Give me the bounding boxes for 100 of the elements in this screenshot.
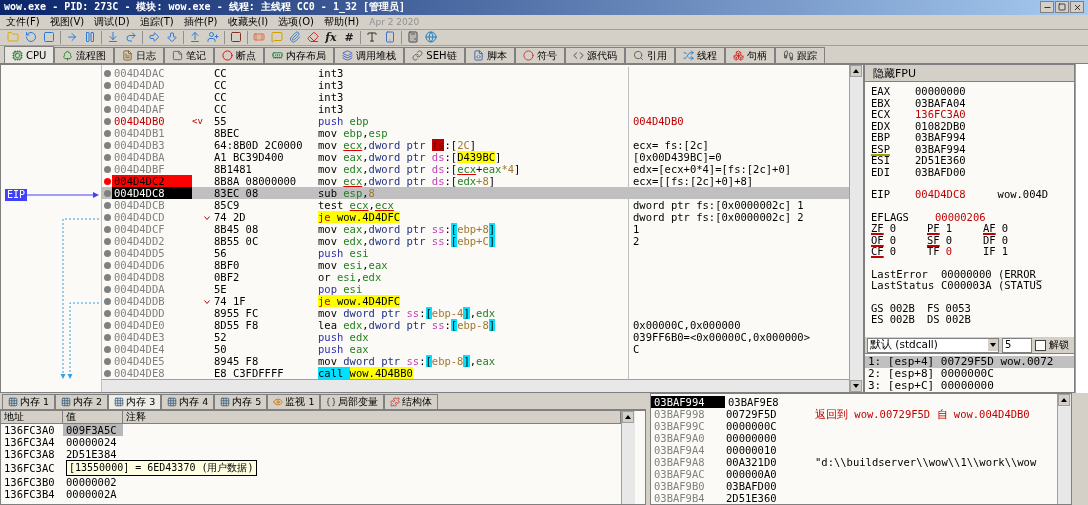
address-cell-text: 136FC3A8 <box>3 448 56 460</box>
argument-row[interactable]: 1: [esp+4] 00729F5D wow.0072 <box>865 356 1074 368</box>
vertical-scrollbar[interactable] <box>849 65 863 392</box>
scroll-down-button[interactable] <box>850 380 862 392</box>
breakpoint-marker[interactable] <box>103 309 111 317</box>
breakpoint-marker[interactable] <box>103 357 111 365</box>
convention-dropdown[interactable]: 默认 (stdcall) <box>867 337 999 353</box>
breakpoint-marker[interactable] <box>103 93 111 101</box>
breakpoint-marker[interactable] <box>103 333 111 341</box>
argument-row[interactable]: 2: [esp+8] 0000000C <box>865 368 1074 380</box>
toolbar-button[interactable] <box>106 30 120 45</box>
toolbar-button[interactable] <box>42 30 56 45</box>
breakpoint-marker[interactable] <box>103 81 111 89</box>
toolbar-button[interactable] <box>306 30 320 45</box>
scroll-up-button[interactable] <box>850 65 862 77</box>
tab[interactable]: 结构体 <box>384 394 439 409</box>
tab[interactable]: 内存布局 <box>264 47 335 63</box>
breakpoint-marker[interactable] <box>103 165 111 173</box>
menu-item[interactable]: 帮助(H) <box>323 14 360 29</box>
menu-item[interactable]: 调试(D) <box>94 14 130 29</box>
close-button[interactable] <box>1070 1 1084 14</box>
menu-item[interactable]: 选项(O) <box>278 14 314 29</box>
breakpoint-marker[interactable] <box>103 369 111 377</box>
tab[interactable]: 脚本 <box>464 47 515 63</box>
tab[interactable]: 内存 1 <box>2 394 56 409</box>
breakpoint-marker[interactable] <box>103 237 111 245</box>
toolbar-button[interactable] <box>83 30 97 45</box>
toolbar-button[interactable] <box>424 30 438 45</box>
column-header[interactable]: 地址 <box>1 411 63 423</box>
breakpoint-marker[interactable] <box>103 321 111 329</box>
tab[interactable]: 线程 <box>674 47 725 63</box>
horizontal-scrollbar[interactable] <box>102 379 849 392</box>
toolbar-button[interactable] <box>365 30 379 45</box>
scroll-up-button[interactable] <box>622 411 634 423</box>
segment-value: 0053 <box>945 302 971 314</box>
vertical-scrollbar[interactable] <box>1057 394 1071 504</box>
toolbar-button[interactable] <box>383 30 397 45</box>
breakpoint-marker[interactable] <box>103 117 111 125</box>
breakpoint-marker[interactable] <box>103 201 111 209</box>
tab[interactable]: 监视 1 <box>267 394 321 409</box>
tab[interactable]: 调用堆栈 <box>334 47 405 63</box>
breakpoint-marker[interactable] <box>103 225 111 233</box>
toolbar-button[interactable] <box>406 30 420 45</box>
tab[interactable]: 源代码 <box>564 47 625 63</box>
column-header[interactable]: 值 <box>63 411 123 423</box>
fpu-toggle[interactable]: 隐藏FPU <box>865 65 1074 82</box>
tab[interactable]: 内存 5 <box>214 394 268 409</box>
vertical-scrollbar[interactable] <box>621 411 635 504</box>
address-cell-text: 004D4DDB <box>113 295 166 307</box>
unlock-checkbox[interactable] <box>1035 339 1046 351</box>
breakpoint-marker[interactable] <box>103 141 111 149</box>
address-cell-text: 004D4DAE <box>113 91 166 103</box>
toolbar-button[interactable] <box>24 30 38 45</box>
tab[interactable]: 笔记 <box>164 47 215 63</box>
restart-icon <box>25 31 37 44</box>
argument-row[interactable]: 3: [esp+C] 00000000 <box>865 380 1074 392</box>
breakpoint-marker[interactable] <box>103 345 111 353</box>
status-value: 00000000 (ERROR_ <box>941 268 1043 280</box>
tab[interactable]: 流程图 <box>54 47 115 63</box>
menu-item[interactable]: 视图(V) <box>49 14 85 29</box>
tab[interactable]: 内存 2 <box>55 394 109 409</box>
menu-item[interactable]: 收藏夹(I) <box>227 14 269 29</box>
breakpoint-marker[interactable] <box>103 105 111 113</box>
breakpoint-marker[interactable] <box>103 189 111 197</box>
toolbar-button[interactable]: fx <box>324 30 338 44</box>
breakpoint-marker[interactable] <box>103 261 111 269</box>
breakpoint-marker[interactable] <box>103 177 111 185</box>
scroll-up-button[interactable] <box>1058 394 1070 406</box>
tab[interactable]: 符号 <box>514 47 565 63</box>
toolbar-button[interactable] <box>288 30 302 45</box>
instruction-cell-text: mov eax,dword ptr ds:[D439BC] <box>318 151 503 163</box>
tab[interactable]: 局部变量 <box>320 394 385 409</box>
minimize-button[interactable] <box>1040 1 1054 14</box>
count-spinner[interactable]: 5 <box>1002 337 1032 353</box>
breakpoint-marker[interactable] <box>103 153 111 161</box>
menu-item[interactable]: 追踪(T) <box>139 14 174 29</box>
breakpoint-marker[interactable] <box>103 297 111 305</box>
toolbar-button[interactable]: # <box>342 30 356 44</box>
breakpoint-marker[interactable] <box>103 285 111 293</box>
tab[interactable]: 跟踪 <box>774 47 825 63</box>
toolbar-button[interactable] <box>206 30 220 45</box>
toolbar-button[interactable] <box>124 30 138 45</box>
breakpoint-marker[interactable] <box>103 69 111 77</box>
tab[interactable]: CPU <box>4 46 55 63</box>
tab[interactable]: 断点 <box>214 47 265 63</box>
toolbar-button[interactable] <box>188 30 202 45</box>
breakpoint-marker[interactable] <box>103 249 111 257</box>
menu-item[interactable]: 文件(F) <box>6 14 40 29</box>
tab[interactable]: 内存 3 <box>108 394 162 409</box>
breakpoint-marker[interactable] <box>103 129 111 137</box>
value-cell-text: 00729F5D <box>725 408 778 422</box>
tab[interactable]: SEH链 <box>404 47 465 63</box>
menu-item[interactable]: 插件(P) <box>183 14 218 29</box>
tab[interactable]: 内存 4 <box>161 394 215 409</box>
breakpoint-marker[interactable] <box>103 273 111 281</box>
breakpoint-marker[interactable] <box>103 213 111 221</box>
tab[interactable]: 引用 <box>624 47 675 63</box>
tab[interactable]: 日志 <box>114 47 165 63</box>
tab[interactable]: 句柄 <box>724 47 775 63</box>
register-value: 03BAF994 <box>915 132 966 144</box>
